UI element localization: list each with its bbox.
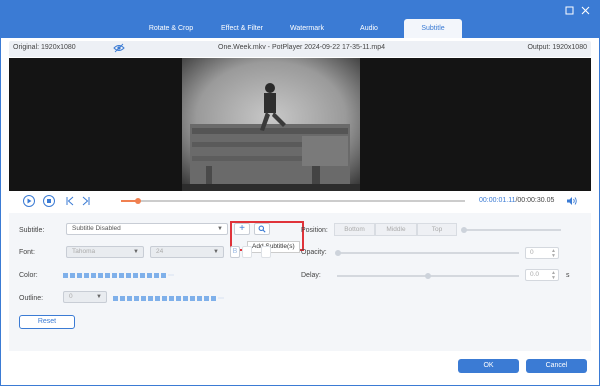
font-size-select[interactable]: 24 ▼ (150, 246, 224, 258)
output-resolution: Output: 1920x1080 (527, 44, 587, 51)
underline-button[interactable] (261, 246, 271, 258)
subtitle-editor-window: Rotate & Crop Effect & Filter Watermark … (0, 0, 600, 386)
position-middle-button[interactable]: Middle (375, 223, 417, 236)
tab-subtitle[interactable]: Subtitle (404, 19, 462, 38)
stepper-down-icon[interactable]: ▼ (551, 276, 556, 281)
position-top-button[interactable]: Top (417, 223, 457, 236)
stop-icon[interactable] (43, 195, 55, 207)
delay-slider-handle[interactable] (425, 273, 431, 279)
timeline-handle[interactable] (135, 198, 142, 204)
ok-button[interactable]: OK (458, 359, 519, 373)
total-time: /00:00:30.05 (515, 197, 555, 204)
restore-icon[interactable] (563, 6, 575, 18)
close-icon[interactable] (579, 6, 591, 18)
position-bottom-button[interactable]: Bottom (334, 223, 375, 236)
current-time: 00:00:01.11 (479, 197, 516, 204)
time-display: 00:00:01.11/00:00:30.05 (479, 197, 554, 204)
tab-audio[interactable]: Audio (339, 19, 399, 38)
cancel-button[interactable]: Cancel (526, 359, 587, 373)
delay-unit: s (566, 272, 570, 279)
file-name: One.Week.mkv - PotPlayer 2024-09-22 17-3… (218, 44, 386, 51)
position-slider-handle[interactable] (461, 227, 467, 233)
delay-slider[interactable] (337, 273, 519, 279)
font-family-select[interactable]: Tahoma ▼ (66, 246, 144, 258)
tab-effect-filter[interactable]: Effect & Filter (209, 19, 275, 38)
volume-icon[interactable] (566, 196, 578, 208)
opacity-label: Opacity: (301, 249, 327, 256)
dropdown-arrow-icon: ▼ (133, 249, 139, 255)
color-label: Color: (19, 272, 38, 279)
position-label: Position: (301, 227, 328, 234)
original-resolution: Original: 1920x1080 (13, 44, 76, 51)
dropdown-arrow-icon: ▼ (213, 249, 219, 255)
italic-button[interactable] (242, 246, 252, 258)
timeline-slider[interactable] (121, 198, 465, 204)
outline-color-picker[interactable]: ⋯ (113, 295, 224, 302)
title-bar: Rotate & Crop Effect & Filter Watermark … (1, 1, 599, 38)
font-family-value: Tahoma (72, 248, 96, 255)
position-slider[interactable] (461, 227, 561, 233)
opacity-slider[interactable] (335, 250, 519, 256)
outline-select[interactable]: 0 ▼ (63, 291, 107, 303)
delay-input[interactable]: 0.0 ▲ ▼ (525, 269, 559, 281)
opacity-slider-handle[interactable] (335, 250, 341, 256)
tab-watermark[interactable]: Watermark (279, 19, 335, 38)
add-subtitle-tooltip: Add Subtitle(s) (247, 241, 300, 253)
delay-label: Delay: (301, 272, 321, 279)
outline-value: 0 (69, 293, 73, 300)
next-frame-icon[interactable] (81, 196, 91, 208)
bold-button[interactable]: B (230, 246, 240, 258)
playback-controls: 00:00:01.11/00:00:30.05 (9, 192, 591, 210)
eye-icon[interactable] (113, 43, 125, 55)
tab-rotate-crop[interactable]: Rotate & Crop (137, 19, 205, 38)
subtitle-label: Subtitle: (19, 227, 45, 234)
font-size-value: 24 (156, 248, 164, 255)
subtitle-select[interactable]: Subtitle Disabled ▼ (66, 223, 228, 235)
font-label: Font: (19, 249, 35, 256)
dropdown-arrow-icon: ▼ (217, 226, 223, 232)
play-icon[interactable] (23, 195, 35, 207)
delay-value: 0.0 (530, 271, 540, 278)
reset-button[interactable]: Reset (19, 315, 75, 329)
info-bar: Original: 1920x1080 One.Week.mkv - PotPl… (9, 41, 591, 57)
color-picker[interactable]: ⋯ (63, 272, 174, 279)
opacity-value: 0 (530, 249, 534, 256)
opacity-input[interactable]: 0 ▲ ▼ (525, 247, 559, 259)
previous-frame-icon[interactable] (65, 196, 75, 208)
video-frame (182, 58, 360, 191)
dropdown-arrow-icon: ▼ (96, 294, 102, 300)
outline-label: Outline: (19, 295, 44, 302)
subtitle-select-value: Subtitle Disabled (72, 225, 121, 232)
stepper-down-icon[interactable]: ▼ (551, 254, 556, 259)
